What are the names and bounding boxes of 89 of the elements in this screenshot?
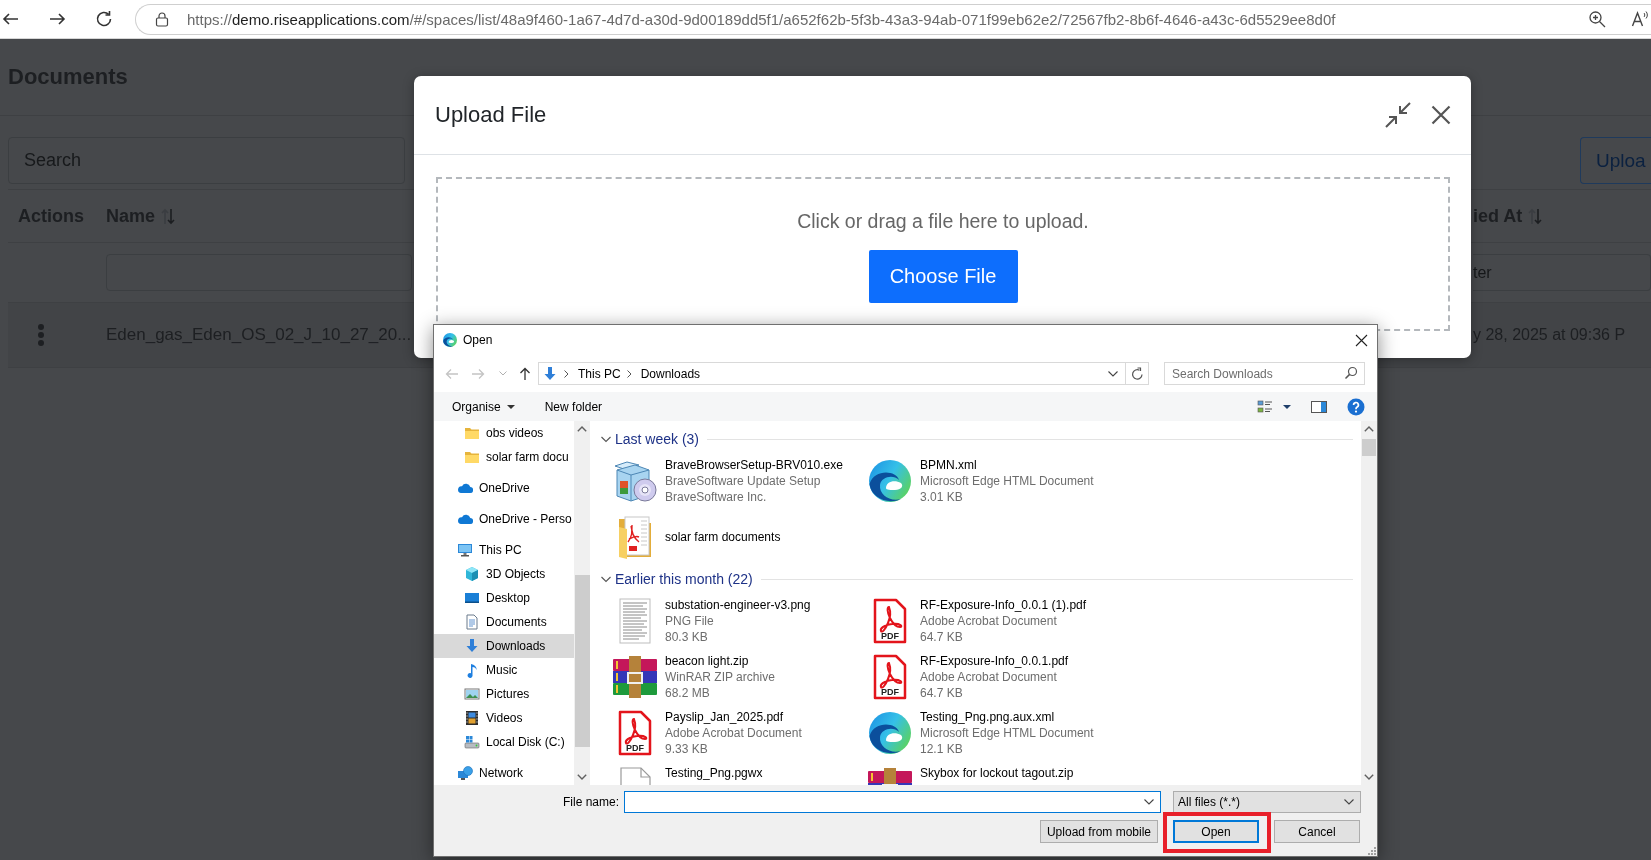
folder-icon: [464, 449, 480, 465]
breadcrumb-item[interactable]: Downloads: [640, 366, 701, 381]
caret-down-icon[interactable]: [1283, 404, 1291, 409]
chevron-down-icon[interactable]: [1144, 799, 1154, 805]
address-field[interactable]: This PC Downloads: [538, 362, 1149, 385]
dialog-button[interactable]: Upload from mobile: [1039, 820, 1158, 843]
file-item[interactable]: Testing_Png.png.aux.xml Microsoft Edge HTML Document 12.1 KB: [862, 705, 1094, 761]
chevron-down-icon[interactable]: [577, 774, 587, 780]
nav-item[interactable]: 3D Objects: [434, 562, 574, 586]
nav-item[interactable]: solar farm docu: [434, 445, 574, 469]
choose-file-button[interactable]: Choose File: [868, 250, 1018, 303]
file-item[interactable]: PDF Payslip_Jan_2025.pdf Adobe Acrobat Document 9.33 KB: [607, 705, 802, 761]
film-icon: [464, 710, 480, 726]
breadcrumb-item[interactable]: This PC: [578, 366, 621, 381]
folder-icon: [464, 425, 480, 441]
dialog-button[interactable]: Cancel: [1274, 820, 1360, 843]
scrollbar[interactable]: [574, 421, 590, 785]
nav-item[interactable]: Local Disk (C:): [434, 730, 574, 754]
dialog-title: Open: [463, 333, 493, 347]
nav-item[interactable]: OneDrive: [434, 476, 574, 500]
scrollbar-thumb[interactable]: [1362, 439, 1376, 456]
screen-icon: [464, 590, 480, 606]
picture-icon: [464, 686, 480, 702]
computer-icon: [457, 542, 473, 558]
nav-item[interactable]: This PC: [434, 538, 574, 562]
file-name-field[interactable]: [624, 791, 1161, 813]
document-icon: [464, 614, 480, 630]
nav-item[interactable]: OneDrive - Perso: [434, 507, 574, 531]
nav-item[interactable]: obs videos: [434, 421, 574, 445]
up-arrow-icon[interactable]: [519, 366, 531, 381]
chevron-right-icon: [564, 369, 569, 378]
cube-icon: [464, 566, 480, 582]
circular-arrow-icon[interactable]: [1131, 366, 1144, 381]
chevron-icon: [601, 434, 611, 444]
swirl-icon: [866, 457, 914, 505]
resize-grip-icon[interactable]: [1367, 846, 1376, 855]
view-list-icon[interactable]: [1257, 399, 1273, 414]
file-item[interactable]: Testing_Png.pgwx: [607, 761, 763, 785]
chevron-up-icon[interactable]: [1364, 426, 1374, 432]
help-icon[interactable]: [1347, 397, 1365, 416]
letter-a-waves-icon[interactable]: [1631, 10, 1649, 28]
caret-down-icon: [506, 404, 515, 409]
url-text: https://demo.riseapplications.com/#/spaces/list/48a9f460-1a67-4d7d-a30d-9d00189dd5f1/a652f62b-5f3b-43a3-94ab-071f99eb62e2/72567fb2-8b6f-4646-a43c-6d5529ee8d0f: [187, 10, 1336, 28]
scrollbar[interactable]: [1361, 421, 1377, 785]
down-arrow-icon: [542, 365, 558, 382]
swirl-icon: [442, 332, 458, 348]
file-name-label: File name:: [562, 795, 619, 809]
magnifier-plus-icon[interactable]: [1588, 10, 1606, 28]
file-item[interactable]: substation-engineer-v3.png PNG File 80.3 KB: [607, 593, 811, 649]
nav-item[interactable]: Downloads: [434, 634, 574, 658]
default-button[interactable]: Open: [1173, 820, 1259, 843]
file-item[interactable]: solar farm documents: [607, 509, 781, 565]
nav-item[interactable]: Pictures: [434, 682, 574, 706]
group-header[interactable]: Earlier this month (22): [601, 571, 753, 587]
file-item[interactable]: beacon light.zip WinRAR ZIP archive 68.2 MB: [607, 649, 775, 705]
close-icon[interactable]: [1431, 105, 1451, 125]
nav-item[interactable]: Network: [434, 761, 574, 785]
nav-item[interactable]: Desktop: [434, 586, 574, 610]
chevron-right-icon: [626, 369, 632, 378]
book-stack-icon: [611, 653, 659, 701]
swirl-icon: [866, 709, 914, 757]
drive-icon: [464, 734, 480, 750]
globe-monitor-icon: [457, 765, 473, 781]
chevron-up-icon[interactable]: [577, 426, 587, 432]
file-item[interactable]: BraveBrowserSetup-BRV010.exe BraveSoftware Update Setup BraveSoftware Inc.: [607, 453, 843, 509]
drop-zone-text: Click or drag a file here to upload.: [797, 209, 1089, 233]
group-header[interactable]: Last week (3): [601, 431, 700, 447]
modal-title: Upload File: [435, 102, 547, 128]
chevron-down-icon[interactable]: [1108, 370, 1118, 377]
collapse-arrows-icon[interactable]: [1385, 102, 1411, 128]
close-icon[interactable]: [1355, 333, 1368, 347]
nav-item[interactable]: Music: [434, 658, 574, 682]
file-item[interactable]: PDF RF-Exposure-Info_0.0.1 (1).pdf Adobe Acrobat Document 64.7 KB: [862, 593, 1087, 649]
chevron-down-icon[interactable]: [1364, 774, 1374, 780]
new-folder-button[interactable]: New folder: [538, 394, 609, 419]
file-item[interactable]: PDF RF-Exposure-Info_0.0.1.pdf Adobe Acrobat Document 64.7 KB: [862, 649, 1069, 705]
nav-item[interactable]: Documents: [434, 610, 574, 634]
chevron-down-icon: [1344, 799, 1354, 805]
chevron-icon: [601, 574, 611, 584]
lock-icon[interactable]: [155, 11, 169, 27]
down-arrow-icon: [464, 638, 480, 654]
scrollbar-thumb[interactable]: [574, 575, 590, 747]
organise-menu-button[interactable]: Organise: [446, 394, 521, 419]
file-item[interactable]: BPMN.xml Microsoft Edge HTML Document 3.01 KB: [862, 453, 1094, 509]
pane-layout-icon[interactable]: [1311, 400, 1327, 413]
nav-item[interactable]: Videos: [434, 706, 574, 730]
search-icon[interactable]: [1344, 366, 1358, 380]
file-type-dropdown[interactable]: All files (*.*): [1173, 791, 1361, 813]
circular-arrow-icon[interactable]: [95, 10, 113, 28]
